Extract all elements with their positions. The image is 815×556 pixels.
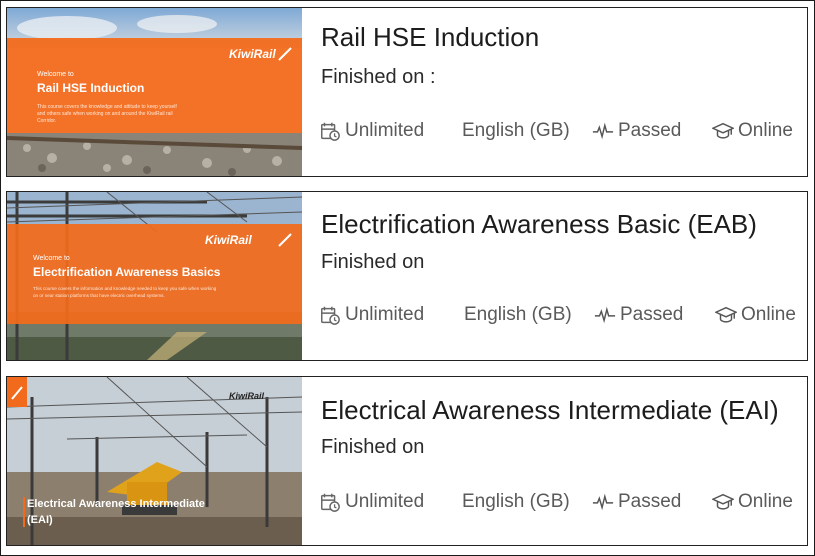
language-text: English (GB) — [462, 120, 570, 141]
finished-on-label: Finished on — [321, 436, 425, 458]
course-title[interactable]: Electrical Awareness Intermediate (EAI) — [321, 395, 779, 426]
delivery-text: Online — [741, 304, 796, 325]
language-info: English (GB) — [464, 304, 572, 326]
status-info: Passed — [592, 120, 681, 142]
attempts-icon — [321, 122, 340, 141]
thumb-heading: Rail HSE Induction — [37, 81, 144, 95]
attempts-text: Unlimited — [345, 491, 425, 512]
course-title[interactable]: Electrification Awareness Basic (EAB) — [321, 209, 757, 240]
language-info: English (GB) — [462, 120, 570, 142]
brand-logo: KiwiRail — [205, 233, 252, 247]
delivery-text: Online — [738, 491, 793, 512]
finished-on-label: Finished on : — [321, 66, 436, 88]
thumb-welcome: Welcome to — [33, 255, 70, 262]
course-thumbnail: KiwiRail Welcome to Rail HSE Induction T… — [7, 8, 302, 176]
attempts-info: Unlimited — [319, 491, 424, 513]
attempts-info: Unlimited — [319, 120, 424, 142]
graduation-cap-icon — [712, 493, 734, 510]
thumb-desc: This course covers the information and k… — [33, 286, 217, 291]
attempts-text: Unlimited — [345, 304, 425, 325]
status-text: Passed — [620, 304, 684, 325]
course-card-rail-hse[interactable]: KiwiRail Welcome to Rail HSE Induction T… — [6, 7, 808, 177]
thumb-welcome: Welcome to — [37, 71, 74, 78]
status-text: Passed — [618, 491, 682, 512]
thumb-heading: Electrification Awareness Basics — [33, 265, 221, 279]
delivery-info: Online — [712, 120, 793, 142]
language-text: English (GB) — [462, 491, 570, 512]
brand-logo: KiwiRail — [229, 391, 265, 401]
attempts-text: Unlimited — [345, 120, 425, 141]
thumb-desc: on or near station platforms that have e… — [33, 293, 165, 298]
course-card-eai[interactable]: KiwiRail Electrical Awareness Intermedia… — [6, 376, 808, 546]
graduation-cap-icon — [715, 306, 737, 323]
activity-icon — [592, 122, 614, 140]
status-info: Passed — [594, 304, 683, 326]
attempts-icon — [321, 306, 340, 325]
attempts-info: Unlimited — [319, 304, 424, 326]
language-text: English (GB) — [464, 304, 572, 325]
course-card-eab[interactable]: KiwiRail Welcome to Electrification Awar… — [6, 191, 808, 361]
status-info: Passed — [592, 491, 681, 513]
thumb-desc: This course covers the knowledge and att… — [37, 104, 177, 110]
attempts-icon — [321, 493, 340, 512]
course-thumbnail: KiwiRail Welcome to Electrification Awar… — [7, 192, 302, 360]
thumb-caption: Electrical Awareness Intermediate — [27, 498, 205, 510]
thumb-desc: and others safe when working on and arou… — [37, 111, 173, 117]
delivery-info: Online — [712, 491, 793, 513]
thumb-caption: (EAI) — [27, 514, 53, 526]
activity-icon — [592, 493, 614, 511]
delivery-info: Online — [715, 304, 796, 326]
course-thumbnail: KiwiRail Electrical Awareness Intermedia… — [7, 377, 302, 545]
language-info: English (GB) — [462, 491, 570, 513]
thumb-desc: Corridor. — [37, 118, 56, 124]
finished-on-label: Finished on — [321, 251, 425, 273]
delivery-text: Online — [738, 120, 793, 141]
course-title[interactable]: Rail HSE Induction — [321, 22, 539, 53]
graduation-cap-icon — [712, 122, 734, 139]
status-text: Passed — [618, 120, 682, 141]
activity-icon — [594, 306, 616, 324]
brand-logo: KiwiRail — [229, 47, 276, 61]
